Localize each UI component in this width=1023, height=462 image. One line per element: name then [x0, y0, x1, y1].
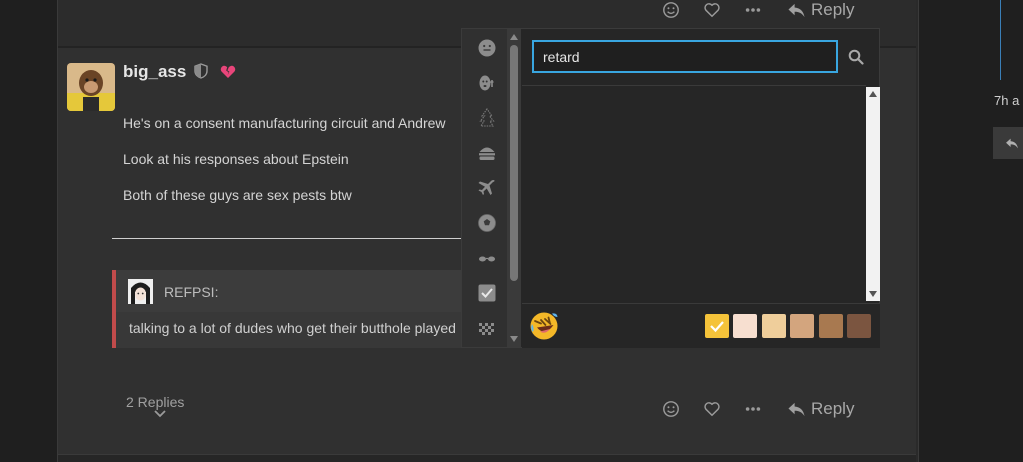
- category-smileys[interactable]: [476, 37, 498, 59]
- more-options-button[interactable]: [732, 397, 773, 421]
- anime-avatar-image: [128, 279, 153, 304]
- category-people[interactable]: [476, 72, 498, 94]
- reply-arrow-icon: [788, 3, 805, 17]
- more-options-button[interactable]: [732, 0, 773, 22]
- search-icon[interactable]: [848, 49, 864, 65]
- emoji-results: [522, 85, 866, 304]
- quote-username[interactable]: REFPSI:: [164, 284, 218, 300]
- category-travel[interactable]: [476, 177, 498, 199]
- scroll-up-arrow-icon[interactable]: [510, 33, 518, 41]
- scroll-up-arrow-icon[interactable]: [869, 90, 877, 98]
- thread-connector-line: [1000, 0, 1001, 80]
- next-post-edge: [58, 454, 916, 462]
- quote-avatar[interactable]: [128, 279, 153, 304]
- heart-icon: [703, 402, 720, 417]
- quote-text: talking to a lot of dudes who get their …: [129, 320, 456, 336]
- skin-tone-swatch[interactable]: [819, 314, 843, 338]
- monkey-avatar-image: [67, 63, 115, 111]
- replies-toggle[interactable]: 2 Replies: [126, 394, 184, 410]
- like-button[interactable]: [691, 397, 732, 421]
- react-emoji-button[interactable]: [650, 397, 691, 421]
- category-nature[interactable]: [476, 107, 498, 129]
- checkered-flag-icon: [479, 323, 494, 335]
- category-scroll-thumb[interactable]: [510, 45, 518, 281]
- emoji-category-bar: [462, 29, 507, 347]
- checkbox-icon: [478, 284, 496, 302]
- smiley-icon: [662, 401, 679, 417]
- quote-block: REFPSI: talking to a lot of dudes who ge…: [112, 270, 476, 348]
- smiley-face-icon: [478, 39, 496, 57]
- like-button[interactable]: [691, 0, 732, 22]
- people-icon: [479, 75, 494, 91]
- tree-icon: [479, 108, 495, 127]
- category-objects[interactable]: [476, 247, 498, 269]
- previous-post-actions: Reply: [650, 0, 854, 22]
- post-text-line: Both of these guys are sex pests btw: [123, 187, 352, 203]
- soccer-ball-icon: [478, 214, 496, 232]
- category-food[interactable]: [476, 142, 498, 164]
- broken-heart-icon: [220, 65, 236, 78]
- emoji-search-input[interactable]: [534, 42, 836, 71]
- category-symbols[interactable]: [476, 282, 498, 304]
- reply-button[interactable]: Reply: [787, 399, 854, 419]
- glasses-icon: [479, 256, 495, 262]
- avatar[interactable]: [67, 63, 115, 111]
- heart-icon: [703, 3, 720, 18]
- results-scrollbar[interactable]: [866, 87, 880, 301]
- chevron-down-icon[interactable]: [154, 410, 166, 418]
- check-icon: [710, 321, 724, 333]
- emoji-picker: [461, 28, 880, 348]
- skin-tone-swatch[interactable]: [705, 314, 729, 338]
- username[interactable]: big_ass: [123, 62, 186, 82]
- post-text-line: Look at his responses about Epstein: [123, 151, 349, 167]
- side-reply-button[interactable]: [993, 127, 1023, 159]
- reply-label: Reply: [811, 0, 855, 19]
- reply-label: Reply: [811, 399, 855, 418]
- emoji-picker-footer: [522, 303, 880, 348]
- skin-tone-swatch[interactable]: [733, 314, 757, 338]
- airplane-icon: [478, 179, 495, 195]
- burger-icon: [479, 147, 495, 160]
- post-actions: Reply: [650, 397, 854, 421]
- scroll-down-arrow-icon[interactable]: [869, 290, 877, 298]
- react-emoji-button[interactable]: [650, 0, 691, 22]
- reply-button[interactable]: Reply: [787, 0, 854, 20]
- category-activities[interactable]: [476, 212, 498, 234]
- reply-arrow-icon: [1006, 138, 1018, 148]
- ellipsis-icon: [745, 8, 760, 12]
- page: Reply big_ass He's on a consent manufact…: [0, 0, 1023, 462]
- skin-tone-swatch[interactable]: [847, 314, 871, 338]
- ellipsis-icon: [745, 407, 760, 411]
- timestamp: 7h a: [994, 93, 1020, 108]
- divider: [112, 238, 472, 239]
- scroll-down-arrow-icon[interactable]: [510, 335, 518, 343]
- rolling-laughing-emoji-icon[interactable]: [528, 310, 560, 342]
- reply-arrow-icon: [788, 402, 805, 416]
- skin-tone-swatch[interactable]: [790, 314, 814, 338]
- skin-tone-swatch[interactable]: [762, 314, 786, 338]
- shield-icon: [194, 63, 208, 79]
- smiley-icon: [662, 2, 679, 18]
- quote-header: REFPSI:: [116, 270, 476, 312]
- emoji-search-box: [532, 40, 838, 73]
- category-scrollbar[interactable]: [507, 29, 521, 347]
- category-flags[interactable]: [476, 317, 498, 339]
- post-text-line: He's on a consent manufacturing circuit …: [123, 115, 446, 131]
